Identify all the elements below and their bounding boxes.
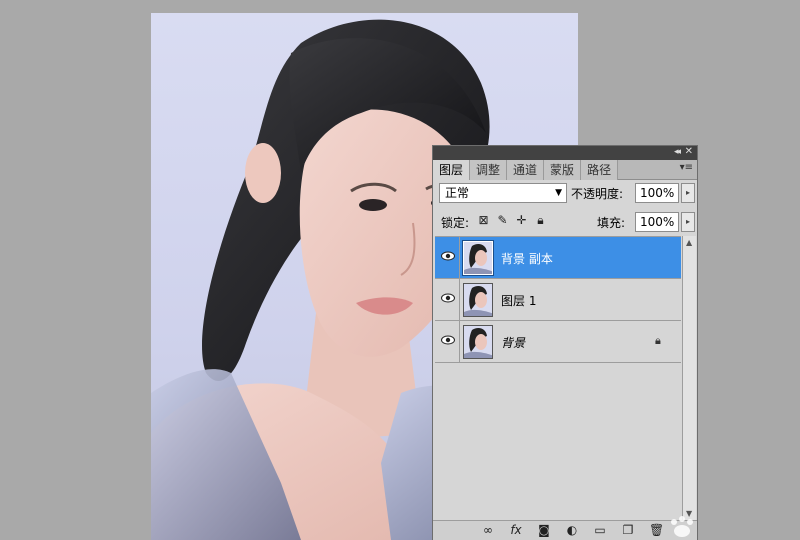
layers-scrollbar[interactable]: ▲ ▼ xyxy=(682,236,696,520)
fill-slider-button[interactable]: ▸ xyxy=(681,212,695,232)
blend-opacity-row: 正常 ▼ 不透明度: 100% ▸ xyxy=(439,183,695,205)
layer-thumbnail xyxy=(463,283,493,317)
layer-row-background-copy[interactable]: 背景 副本 xyxy=(435,237,681,279)
opacity-input[interactable]: 100% xyxy=(635,183,679,203)
lock-all-icon[interactable]: 🔒︎ xyxy=(534,213,547,228)
lock-position-icon[interactable]: ✛ xyxy=(515,213,528,228)
watermark-logo xyxy=(664,514,800,540)
scroll-up-icon[interactable]: ▲ xyxy=(686,238,692,247)
eye-visibility-icon[interactable] xyxy=(441,251,455,261)
tab-adjustments[interactable]: 调整 xyxy=(470,160,508,180)
fx-icon[interactable]: fx xyxy=(509,523,523,537)
new-layer-icon[interactable]: ❐ xyxy=(621,523,635,537)
lock-label: 锁定: xyxy=(441,216,470,230)
fill-input[interactable]: 100% xyxy=(635,212,679,232)
add-mask-icon[interactable]: ◙ xyxy=(537,523,551,537)
layers-panel: ◂◂ ✕ 图层 调整 通道 蒙版 路径 ▾≡ 正常 ▼ 不透明度: 100% ▸… xyxy=(432,145,698,540)
tab-channels[interactable]: 通道 xyxy=(507,160,545,180)
layer-lock-icon: 🔒︎ xyxy=(655,334,661,347)
adjustment-layer-icon[interactable]: ◐ xyxy=(565,523,579,537)
collapse-panel-icon[interactable]: ◂◂ xyxy=(674,147,681,157)
layer-row-layer-1[interactable]: 图层 1 xyxy=(435,279,681,321)
tab-masks[interactable]: 蒙版 xyxy=(544,160,582,180)
layer-thumbnail xyxy=(463,325,493,359)
chevron-down-icon: ▼ xyxy=(555,188,562,198)
lock-image-icon[interactable]: ✎ xyxy=(496,213,509,228)
blend-mode-select[interactable]: 正常 ▼ xyxy=(439,183,567,203)
lock-transparent-icon[interactable]: ⊠ xyxy=(477,213,490,228)
close-panel-icon[interactable]: ✕ xyxy=(685,146,693,157)
layer-thumbnail xyxy=(462,240,494,276)
blend-mode-value: 正常 xyxy=(445,186,470,200)
layers-list: 背景 副本 图层 1 背景 🔒︎ xyxy=(435,236,681,520)
layer-row-background[interactable]: 背景 🔒︎ xyxy=(435,321,681,363)
lock-fill-row: 锁定: ⊠ ✎ ✛ 🔒︎ 填充: 100% ▸ xyxy=(439,212,695,234)
fill-label: 填充: xyxy=(597,216,626,230)
link-layers-icon[interactable]: ∞ xyxy=(481,523,495,537)
delete-layer-icon[interactable]: 🗑︎ xyxy=(649,523,664,537)
opacity-slider-button[interactable]: ▸ xyxy=(681,183,695,203)
panel-titlebar[interactable]: ◂◂ ✕ xyxy=(433,146,697,160)
layer-name[interactable]: 图层 1 xyxy=(501,292,536,309)
tab-layers[interactable]: 图层 xyxy=(433,160,471,180)
opacity-label: 不透明度: xyxy=(571,187,624,201)
tab-paths[interactable]: 路径 xyxy=(581,160,619,180)
panel-tabs: 图层 调整 通道 蒙版 路径 ▾≡ xyxy=(433,160,697,180)
layer-name[interactable]: 背景 副本 xyxy=(501,250,553,267)
panel-bottom-toolbar: ∞ fx ◙ ◐ ▭ ❐ 🗑︎ xyxy=(433,520,697,540)
new-group-icon[interactable]: ▭ xyxy=(593,523,607,537)
layer-name[interactable]: 背景 xyxy=(501,334,525,351)
panel-menu-icon[interactable]: ▾≡ xyxy=(680,162,693,173)
eye-visibility-icon[interactable] xyxy=(441,293,455,303)
eye-visibility-icon[interactable] xyxy=(441,335,455,345)
